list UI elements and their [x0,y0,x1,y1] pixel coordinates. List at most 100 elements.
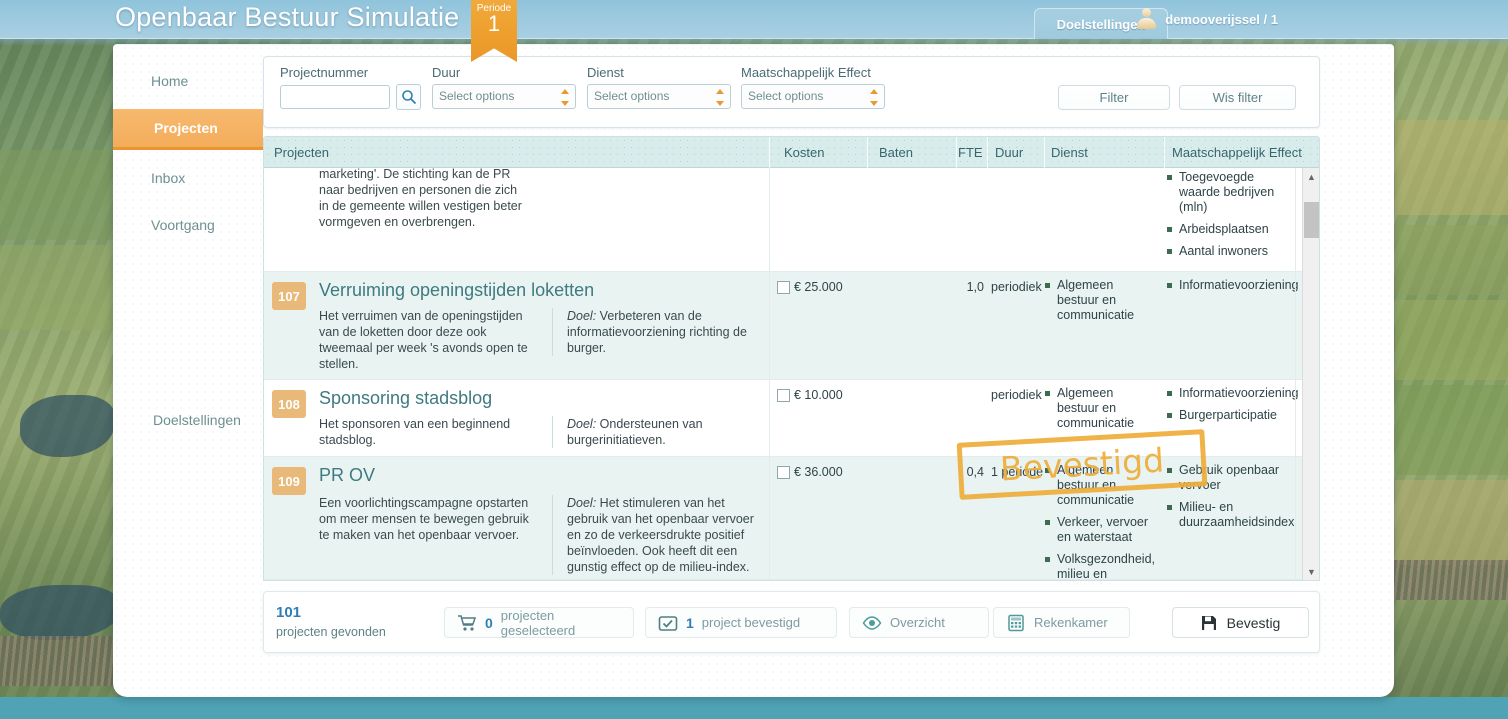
sidebar-item-label: Home [151,73,188,89]
sidebar-item-doelstellingen[interactable]: Doelstellingen [113,401,263,439]
selected-projects-button[interactable]: 0 projecten geselecteerd [444,607,634,638]
background-town [1390,560,1508,600]
filter-label-projectnummer: Projectnummer [280,65,421,80]
project-fte: 1,0 [958,280,984,294]
filter-label-dienst: Dienst [587,65,731,80]
background-field [0,245,115,330]
column-header-baten[interactable]: Baten [879,145,913,160]
sidebar-item-projecten[interactable]: Projecten [113,109,263,150]
sidebar-item-label: Inbox [151,170,185,186]
background-field [0,150,115,240]
audit-button[interactable]: Rekenkamer [993,607,1130,638]
dienst-select[interactable]: Select options [587,84,731,109]
dienst-item: Volksgezondheid, milieu en duurzaamheid [1045,552,1155,580]
calculator-icon [1006,614,1026,632]
projects-table: Projecten Kosten Baten FTE Duur Dienst M… [263,136,1320,581]
found-label: projecten gevonden [276,625,386,639]
effect-item: Toegevoegde waarde bedrijven (mln) [1167,170,1289,215]
project-title[interactable]: Verruiming openingstijden loketten [319,280,594,301]
project-title[interactable]: Sponsoring stadsblog [319,388,492,409]
project-effects: Gebruik openbaar vervoer Milieu- en duur… [1167,463,1289,537]
table-scrollbar[interactable]: ▲ ▼ [1302,168,1319,580]
cart-icon [457,614,477,632]
app-header: Openbaar Bestuur Simulatie Doelstellinge… [0,0,1508,39]
filter-button[interactable]: Filter [1058,85,1170,110]
project-effects: Informatievoorziening [1167,278,1289,300]
sidebar-item-inbox[interactable]: Inbox [113,159,263,197]
sidebar: Home Projecten Inbox Voortgang Doelstell… [113,62,263,448]
table-row[interactable]: die zich bezighoudt met 'city marketing'… [264,168,1319,272]
effect-item: Aantal inwoners [1167,244,1289,259]
background-field [1395,300,1508,380]
project-duur: periodiek [991,280,1042,294]
project-fte: 0,4 [958,465,984,479]
effect-item: Informatievoorziening [1167,386,1289,401]
filter-bar: Projectnummer Duur Select options Dienst… [263,56,1320,128]
scrollbar-thumb[interactable] [1304,202,1319,238]
overview-button[interactable]: Overzicht [849,607,989,638]
user-area[interactable]: demooverijssel / 1 [1136,8,1278,30]
table-row[interactable]: 108 Sponsoring stadsblog Het sponsoren v… [264,380,1319,457]
column-header-dienst[interactable]: Dienst [1051,145,1088,160]
kosten-value: € 25.000 [794,280,843,294]
project-goal: Doel: Het stimuleren van het gebruik van… [552,495,767,575]
app-title: Openbaar Bestuur Simulatie [115,2,459,33]
header-shadow [0,39,1508,46]
search-input[interactable] [280,85,390,109]
project-title[interactable]: PR OV [319,465,375,486]
confirmed-label: project bevestigd [702,615,800,630]
dienst-item: Algemeen bestuur en communicatie [1045,386,1155,431]
project-description: Het sponsoren van een beginnend stadsblo… [319,416,529,448]
chevron-updown-icon [870,89,879,106]
column-header-kosten[interactable]: Kosten [784,145,824,160]
goal-label: Doel: [567,417,596,431]
confirmed-projects-button[interactable]: 1 project bevestigd [645,607,837,638]
project-goal: Doel: Ondersteunen van burgerinitiatieve… [552,416,767,448]
confirm-button[interactable]: Bevestig [1172,607,1309,638]
table-row[interactable]: 107 Verruiming openingstijden loketten H… [264,272,1319,380]
effect-item: Milieu- en duurzaamheidsindex [1167,500,1289,530]
goal-label: Doel: [567,496,596,510]
filter-group-duur: Duur Select options [432,65,576,109]
table-row[interactable]: 109 PR OV Een voorlichtingscampagne opst… [264,457,1319,580]
sidebar-spacer [113,253,263,401]
project-kosten: € 36.000 [777,465,843,479]
column-header-fte[interactable]: FTE [958,145,983,160]
effect-item: Informatievoorziening [1167,278,1289,293]
bottom-strip [0,697,1508,719]
select-project-checkbox[interactable] [777,466,790,479]
select-project-checkbox[interactable] [777,281,790,294]
duur-select[interactable]: Select options [432,84,576,109]
goal-label: Doel: [567,309,596,323]
scroll-up-arrow-icon[interactable]: ▲ [1303,168,1319,185]
background-field [1395,120,1508,215]
duur-select-value: Select options [439,89,514,103]
kosten-value: € 36.000 [794,465,843,479]
sidebar-item-home[interactable]: Home [113,62,263,100]
background-field [1395,225,1508,295]
filter-group-effect: Maatschappelijk Effect Select options [741,65,885,109]
sidebar-item-label: Projecten [154,120,218,136]
select-project-checkbox[interactable] [777,389,790,402]
sidebar-item-voortgang[interactable]: Voortgang [113,206,263,244]
project-kosten: € 25.000 [777,280,843,294]
background-field [1395,480,1508,565]
search-icon[interactable] [396,84,421,110]
column-header-effect[interactable]: Maatschappelijk Effect [1172,145,1302,160]
selected-label: projecten geselecteerd [501,608,621,638]
effect-select[interactable]: Select options [741,84,885,109]
selected-count: 0 [485,615,493,631]
effect-item: Arbeidsplaatsen [1167,222,1289,237]
column-separator [1295,168,1296,580]
audit-label: Rekenkamer [1034,615,1108,630]
sidebar-item-label: Voortgang [151,217,215,233]
scroll-down-arrow-icon[interactable]: ▼ [1303,563,1319,580]
project-description: die zich bezighoudt met 'city marketing'… [319,168,529,230]
dienst-select-value: Select options [594,89,669,103]
column-header-projecten[interactable]: Projecten [274,145,329,160]
save-icon [1201,615,1217,631]
clear-filter-button[interactable]: Wis filter [1179,85,1296,110]
confirm-label: Bevestig [1227,615,1281,631]
column-separator [769,168,770,580]
column-header-duur[interactable]: Duur [995,145,1023,160]
